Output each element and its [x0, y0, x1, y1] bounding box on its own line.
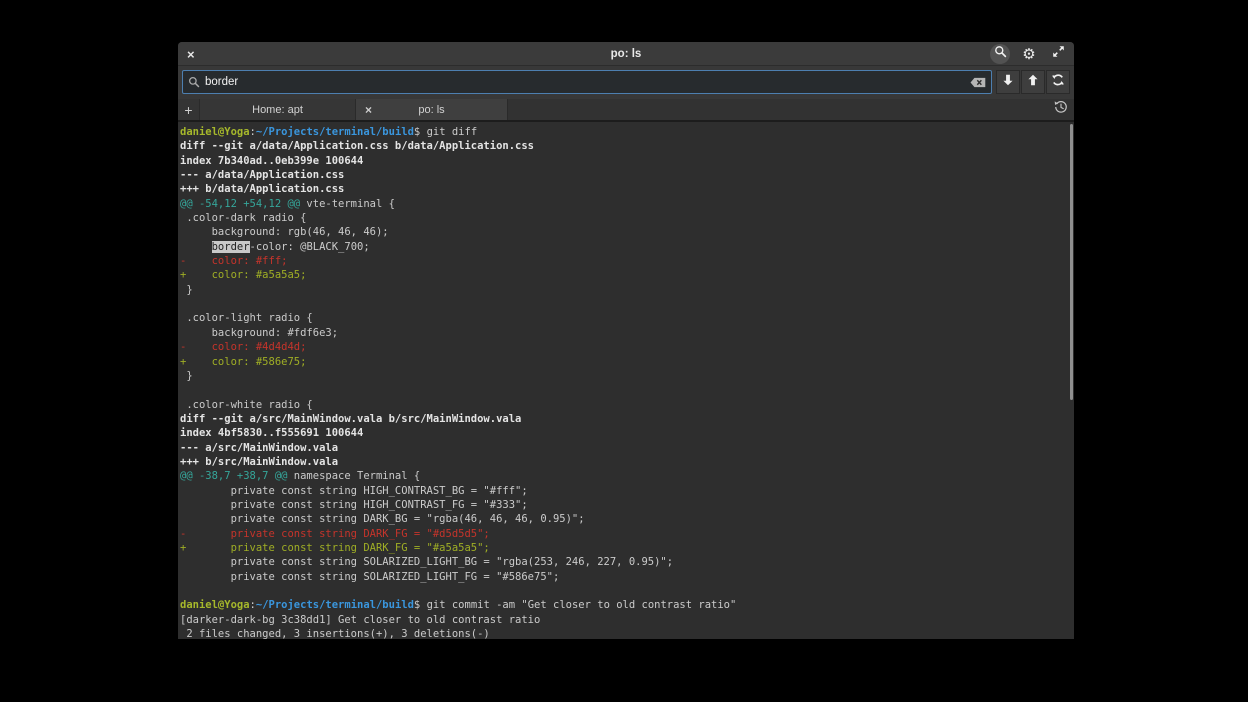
tab-home-apt[interactable]: Home: apt — [200, 99, 356, 120]
terminal-line: background: #fdf6e3; — [180, 326, 1074, 340]
terminal-line: @@ -54,12 +54,12 @@ vte-terminal { — [180, 197, 1074, 211]
terminal-line: +++ b/src/MainWindow.vala — [180, 455, 1074, 469]
tab-label: Home: apt — [252, 104, 303, 116]
terminal-line: - color: #4d4d4d; — [180, 340, 1074, 354]
fullscreen-button[interactable] — [1048, 44, 1068, 64]
scrollbar[interactable] — [1070, 124, 1073, 400]
window-close-button[interactable]: × — [187, 42, 195, 66]
arrow-up-icon — [1026, 73, 1040, 92]
settings-button[interactable]: ⚙ — [1019, 44, 1039, 64]
search-nav-buttons — [996, 70, 1070, 94]
terminal-line: index 4bf5830..f555691 100644 — [180, 426, 1074, 440]
terminal-window: × po: ls ⚙ — [178, 42, 1074, 639]
search-input[interactable]: border — [182, 70, 992, 94]
tab-label: po: ls — [418, 104, 444, 116]
terminal-line: --- a/data/Application.css — [180, 168, 1074, 182]
terminal-line: + color: #a5a5a5; — [180, 268, 1074, 282]
terminal-line: + color: #586e75; — [180, 355, 1074, 369]
search-icon — [994, 45, 1007, 63]
titlebar-actions: ⚙ — [990, 42, 1068, 66]
terminal-line: private const string SOLARIZED_LIGHT_FG … — [180, 570, 1074, 584]
terminal-line: - private const string DARK_FG = "#d5d5d… — [180, 527, 1074, 541]
terminal-line: diff --git a/data/Application.css b/data… — [180, 139, 1074, 153]
search-button[interactable] — [990, 44, 1010, 64]
titlebar: × po: ls ⚙ — [178, 42, 1074, 66]
terminal-line: daniel@Yoga:~/Projects/terminal/build$ g… — [180, 125, 1074, 139]
terminal-line: private const string SOLARIZED_LIGHT_BG … — [180, 555, 1074, 569]
find-next-button[interactable] — [996, 70, 1020, 94]
terminal-line: .color-light radio { — [180, 311, 1074, 325]
terminal-line: - color: #fff; — [180, 254, 1074, 268]
history-icon — [1054, 100, 1068, 119]
terminal-line: private const string HIGH_CONTRAST_FG = … — [180, 498, 1074, 512]
terminal-line: + private const string DARK_FG = "#a5a5a… — [180, 541, 1074, 555]
terminal-line: .color-dark radio { — [180, 211, 1074, 225]
terminal-line: .color-white radio { — [180, 398, 1074, 412]
gear-icon: ⚙ — [1022, 47, 1035, 62]
terminal-line — [180, 383, 1074, 397]
terminal-line: 2 files changed, 3 insertions(+), 3 dele… — [180, 627, 1074, 639]
terminal-line: } — [180, 283, 1074, 297]
arrow-down-icon — [1001, 73, 1015, 92]
terminal-line: --- a/src/MainWindow.vala — [180, 441, 1074, 455]
tab-close-icon[interactable]: × — [365, 103, 372, 117]
wrap-around-button[interactable] — [1046, 70, 1070, 94]
terminal-line: private const string DARK_BG = "rgba(46,… — [180, 512, 1074, 526]
restore-closed-tab-button[interactable] — [1054, 99, 1068, 120]
new-tab-button[interactable]: + — [178, 99, 200, 120]
terminal-output[interactable]: daniel@Yoga:~/Projects/terminal/build$ g… — [178, 122, 1074, 639]
tab-po-ls[interactable]: × po: ls — [356, 99, 508, 120]
find-previous-button[interactable] — [1021, 70, 1045, 94]
terminal-line: background: rgb(46, 46, 46); — [180, 225, 1074, 239]
search-input-value: border — [205, 76, 965, 88]
terminal-line — [180, 297, 1074, 311]
terminal-line: +++ b/data/Application.css — [180, 182, 1074, 196]
magnifier-icon — [188, 76, 200, 88]
terminal-line: diff --git a/src/MainWindow.vala b/src/M… — [180, 412, 1074, 426]
terminal-line: daniel@Yoga:~/Projects/terminal/build$ g… — [180, 598, 1074, 612]
tab-bar: + Home: apt × po: ls — [178, 99, 1074, 122]
window-title: po: ls — [178, 48, 1074, 60]
cycle-icon — [1051, 73, 1065, 92]
terminal-line: @@ -38,7 +38,7 @@ namespace Terminal { — [180, 469, 1074, 483]
terminal-line: } — [180, 369, 1074, 383]
search-toolbar: border — [178, 66, 1074, 99]
terminal-line: private const string HIGH_CONTRAST_BG = … — [180, 484, 1074, 498]
terminal-line: border-color: @BLACK_700; — [180, 240, 1074, 254]
clear-text-icon[interactable] — [970, 77, 986, 88]
terminal-line — [180, 584, 1074, 598]
fullscreen-icon — [1052, 45, 1065, 63]
terminal-line: index 7b340ad..0eb399e 100644 — [180, 154, 1074, 168]
terminal-line: [darker-dark-bg 3c38dd1] Get closer to o… — [180, 613, 1074, 627]
